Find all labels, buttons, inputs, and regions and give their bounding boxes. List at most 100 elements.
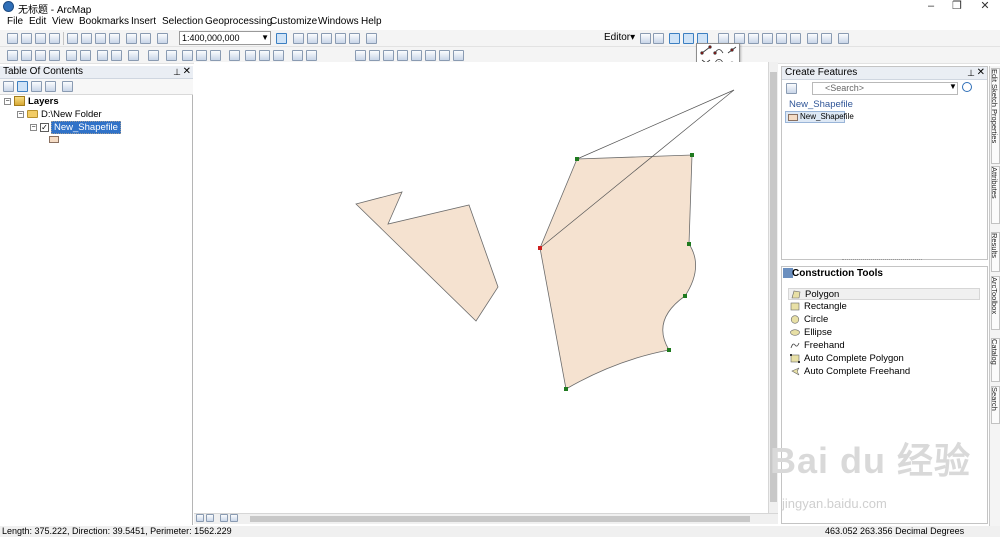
attributes-icon[interactable]	[807, 33, 818, 44]
feature-template-item[interactable]: New_Shapefile	[785, 111, 854, 123]
toc-layer[interactable]: New_Shapefile	[51, 121, 121, 134]
organize-templates-icon[interactable]	[786, 83, 797, 94]
layout-view-icon[interactable]	[206, 514, 214, 522]
copy-icon[interactable]	[81, 33, 92, 44]
tool-circle[interactable]: Circle	[788, 314, 980, 326]
split-icon[interactable]	[776, 33, 787, 44]
sketch-properties-icon[interactable]	[821, 33, 832, 44]
identify-icon[interactable]	[182, 50, 193, 61]
fixed-zoom-out-icon[interactable]	[80, 50, 91, 61]
measure-icon[interactable]	[229, 50, 240, 61]
tab-catalog[interactable]: Catalog	[990, 338, 1000, 382]
hyperlink-icon[interactable]	[196, 50, 207, 61]
cut-icon[interactable]	[67, 33, 78, 44]
zoom-in-icon[interactable]	[7, 50, 18, 61]
draw-tool-2-icon[interactable]	[369, 50, 380, 61]
refresh-icon[interactable]	[220, 514, 228, 522]
scrollbar-thumb[interactable]	[250, 516, 750, 522]
find-route-icon[interactable]	[259, 50, 270, 61]
menu-view[interactable]: View	[52, 16, 74, 27]
table-of-contents-icon[interactable]	[293, 33, 304, 44]
tool-auto-complete-freehand[interactable]: Auto Complete Freehand	[788, 366, 980, 378]
find-icon[interactable]	[245, 50, 256, 61]
select-features-icon[interactable]	[128, 50, 139, 61]
rotate-icon[interactable]	[790, 33, 801, 44]
edit-tool-icon[interactable]	[640, 33, 651, 44]
menu-geoprocessing[interactable]: Geoprocessing	[205, 16, 272, 27]
menu-selection[interactable]: Selection	[162, 16, 203, 27]
draw-tool-3-icon[interactable]	[383, 50, 394, 61]
minimize-button[interactable]: –	[920, 0, 942, 13]
end-point-arc-icon[interactable]	[683, 33, 694, 44]
catalog-window-icon[interactable]	[307, 33, 318, 44]
menu-file[interactable]: File	[7, 16, 23, 27]
tool-ellipse[interactable]: Ellipse	[788, 327, 980, 339]
edit-annotation-icon[interactable]	[653, 33, 664, 44]
list-by-drawing-order-icon[interactable]	[3, 81, 14, 92]
menu-help[interactable]: Help	[361, 16, 382, 27]
editor-menu[interactable]: Editor▾	[604, 32, 635, 43]
draw-tool-7-icon[interactable]	[439, 50, 450, 61]
list-by-source-icon[interactable]	[17, 81, 28, 92]
time-slider-icon[interactable]	[292, 50, 303, 61]
save-icon[interactable]	[35, 33, 46, 44]
go-forward-icon[interactable]	[111, 50, 122, 61]
collapse-icon[interactable]: −	[4, 98, 11, 105]
viewer-window-icon[interactable]	[306, 50, 317, 61]
straight-segment-icon[interactable]	[669, 33, 680, 44]
pin-icon[interactable]: ⊥	[173, 66, 181, 78]
toc-folder[interactable]: D:\New Folder	[41, 109, 102, 120]
html-popup-icon[interactable]	[210, 50, 221, 61]
layer-visibility-checkbox[interactable]: ✓	[40, 123, 49, 132]
go-back-icon[interactable]	[97, 50, 108, 61]
data-view-icon[interactable]	[196, 514, 204, 522]
modelbuilder-icon[interactable]	[366, 33, 377, 44]
map-view[interactable]	[194, 62, 768, 513]
tab-attributes[interactable]: Attributes	[990, 166, 1000, 224]
draw-tool-4-icon[interactable]	[397, 50, 408, 61]
clear-selection-icon[interactable]	[148, 50, 159, 61]
map-scale-dropdown[interactable]: 1:400,000,000 ▼	[179, 31, 271, 45]
menu-customize[interactable]: Customize	[270, 16, 317, 27]
toc-root-layers[interactable]: Layers	[28, 96, 59, 107]
full-extent-icon[interactable]	[49, 50, 60, 61]
undo-icon[interactable]	[126, 33, 137, 44]
print-icon[interactable]	[49, 33, 60, 44]
menu-bookmarks[interactable]: Bookmarks	[79, 16, 129, 27]
tool-polygon[interactable]: Polygon	[788, 288, 980, 300]
pane-splitter[interactable]	[842, 259, 922, 260]
menu-windows[interactable]: Windows	[318, 16, 359, 27]
python-window-icon[interactable]	[349, 33, 360, 44]
zoom-out-icon[interactable]	[21, 50, 32, 61]
arctoolbox-icon[interactable]	[335, 33, 346, 44]
toc-options-icon[interactable]	[62, 81, 73, 92]
chevron-down-icon[interactable]: ▼	[949, 82, 957, 91]
close-icon[interactable]: ✕	[183, 66, 191, 78]
tab-results[interactable]: Results	[990, 232, 1000, 272]
list-by-visibility-icon[interactable]	[31, 81, 42, 92]
draw-tool-5-icon[interactable]	[411, 50, 422, 61]
create-features-icon[interactable]	[838, 33, 849, 44]
draw-tool-6-icon[interactable]	[425, 50, 436, 61]
list-by-selection-icon[interactable]	[45, 81, 56, 92]
draw-tool-8-icon[interactable]	[453, 50, 464, 61]
pin-icon[interactable]: ⊥	[967, 67, 975, 79]
pause-drawing-icon[interactable]	[230, 514, 238, 522]
open-icon[interactable]	[21, 33, 32, 44]
close-icon[interactable]: ✕	[977, 67, 985, 79]
go-to-xy-icon[interactable]	[273, 50, 284, 61]
search-icon[interactable]	[962, 82, 972, 92]
editor-toolbar-toggle-icon[interactable]	[276, 33, 287, 44]
paste-icon[interactable]	[95, 33, 106, 44]
add-data-icon[interactable]	[157, 33, 168, 44]
tool-auto-complete-polygon[interactable]: Auto Complete Polygon	[788, 353, 980, 365]
tool-rectangle[interactable]: Rectangle	[788, 301, 980, 313]
redo-icon[interactable]	[140, 33, 151, 44]
maximize-button[interactable]: ❐	[946, 0, 968, 13]
pan-icon[interactable]	[35, 50, 46, 61]
select-elements-icon[interactable]	[166, 50, 177, 61]
tool-freehand[interactable]: Freehand	[788, 340, 980, 352]
layer-symbol-swatch[interactable]	[49, 136, 59, 143]
search-window-icon[interactable]	[321, 33, 332, 44]
close-button[interactable]: ✕	[974, 0, 996, 13]
